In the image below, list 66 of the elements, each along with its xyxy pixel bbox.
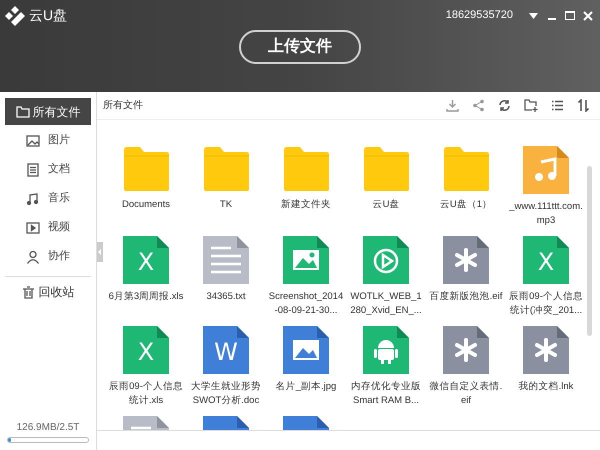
spreadsheet-file-icon: X — [523, 236, 569, 284]
file-name[interactable]: 微信自定义表情.eif — [428, 380, 504, 408]
document-icon — [26, 162, 40, 176]
asterisk-file-icon — [523, 326, 569, 374]
collapse-handle[interactable] — [97, 242, 103, 262]
music-icon — [26, 192, 40, 206]
share-icon[interactable] — [472, 99, 485, 112]
folder-icon — [282, 146, 330, 192]
sidebar-item[interactable]: 文档 — [5, 156, 91, 183]
sidebar-item[interactable]: 音乐 — [5, 185, 91, 212]
file-name[interactable]: 辰雨09-个人信息统计.xls — [108, 380, 184, 408]
file-name[interactable]: 名片_副本.jpg — [268, 380, 344, 394]
file-name[interactable]: 云U盘 — [348, 198, 424, 212]
video-icon — [26, 220, 40, 234]
trash-icon — [22, 286, 34, 298]
image-file-icon — [283, 236, 329, 284]
video-file-icon — [363, 236, 409, 284]
file-name[interactable]: TK — [188, 198, 264, 212]
folder-icon — [362, 146, 410, 192]
scrollbar[interactable] — [587, 166, 592, 336]
file-name[interactable]: _www.111ttt.com.mp3 — [508, 200, 584, 228]
file-name[interactable]: 云U盘（1） — [428, 198, 504, 212]
account-number: 18629535720 — [446, 8, 513, 24]
android-file-icon — [363, 326, 409, 374]
logo-icon — [5, 6, 25, 26]
file-name[interactable]: WOTLK_WEB_1280_Xvid_EN_... — [348, 290, 424, 318]
file-name[interactable]: Documents — [108, 198, 184, 212]
upload-button[interactable]: 上传文件 — [239, 30, 361, 64]
image-icon — [26, 134, 40, 148]
file-name[interactable]: 大学生就业形势SWOT分析.doc — [188, 380, 264, 408]
text-file-icon — [203, 236, 249, 284]
app-title: 云U盘 — [29, 6, 68, 25]
file-name[interactable]: 新建文件夹 — [268, 198, 344, 212]
file-name[interactable]: 百度新版泡泡.eif — [428, 290, 504, 304]
file-name[interactable]: 34365.txt — [188, 290, 264, 304]
music-file-icon — [523, 146, 569, 194]
folder-icon — [16, 104, 30, 118]
image-file-icon — [283, 326, 329, 374]
folder-icon — [202, 146, 250, 192]
refresh-icon[interactable] — [498, 99, 511, 112]
spreadsheet-file-icon: X — [123, 236, 169, 284]
sidebar-item[interactable]: 协作 — [5, 243, 91, 270]
file-name[interactable]: 内存优化专业版Smart RAM B... — [348, 380, 424, 408]
list-view-icon[interactable] — [551, 99, 564, 112]
spreadsheet-file-icon: X — [123, 326, 169, 374]
asterisk-file-icon — [443, 326, 489, 374]
sort-icon[interactable] — [577, 99, 590, 112]
new-folder-icon[interactable] — [524, 99, 538, 112]
folder-icon — [442, 146, 490, 192]
download-icon[interactable] — [446, 99, 459, 112]
folder-icon — [122, 146, 170, 192]
asterisk-file-icon — [443, 236, 489, 284]
file-name[interactable]: Screenshot_2014-08-09-21-30... — [268, 290, 344, 318]
sidebar-item[interactable]: 所有文件 — [5, 98, 91, 125]
breadcrumb: 所有文件 — [103, 98, 143, 113]
word-file-icon: W — [203, 326, 249, 374]
file-name[interactable]: 6月第3周周报.xls — [108, 290, 184, 304]
sidebar-item[interactable]: 视频 — [5, 214, 91, 241]
close-button[interactable] — [581, 8, 595, 22]
file-name[interactable]: 我的文档.lnk — [508, 380, 584, 394]
file-name[interactable]: 辰雨09-个人信息统计(冲突_201... — [508, 290, 584, 318]
sidebar-item[interactable]: 图片 — [5, 127, 91, 154]
storage-reading: 126.9MB/2.5T — [16, 421, 80, 435]
trash-item[interactable]: 回收站 — [5, 277, 91, 307]
user-icon — [26, 250, 40, 264]
maximize-button[interactable] — [563, 8, 577, 22]
